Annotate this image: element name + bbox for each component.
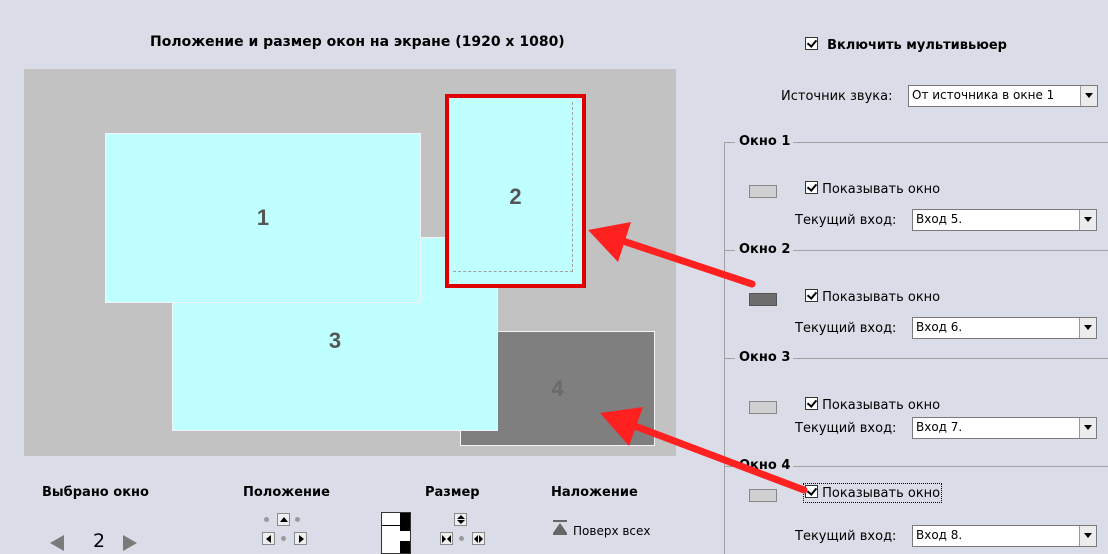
annotation-arrows — [588, 222, 808, 494]
annotation-arrow-window-2 — [588, 222, 756, 288]
annotation-arrow-window-4 — [600, 407, 808, 494]
